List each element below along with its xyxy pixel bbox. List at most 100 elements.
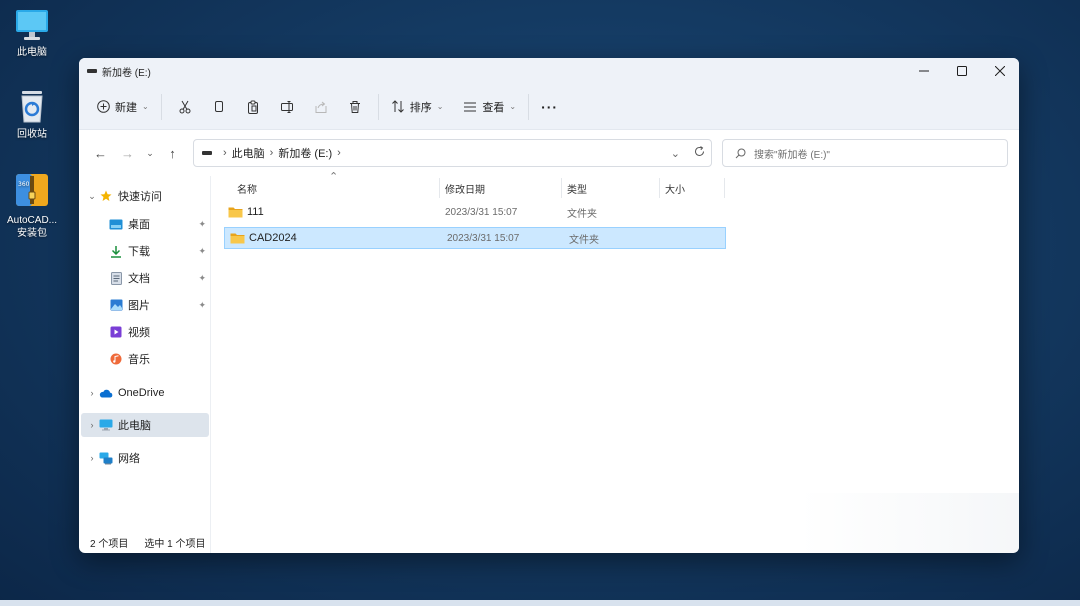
sort-arrows-icon [391, 100, 404, 113]
video-icon [109, 325, 123, 339]
column-type[interactable]: 类型 [562, 178, 660, 198]
chevron-right-icon[interactable]: › [85, 420, 99, 430]
more-options-button[interactable]: ··· [535, 92, 564, 122]
chevron-down-icon[interactable]: ⌄ [85, 191, 99, 202]
share-icon [315, 101, 327, 113]
desktop-icon-recycle-bin[interactable]: 回收站 [0, 88, 64, 141]
plus-circle-icon [97, 100, 110, 113]
chevron-right-icon[interactable]: › [337, 147, 341, 159]
chevron-down-icon: ⌄ [146, 147, 154, 158]
navigation-buttons: ← → ⌄ ↑ [87, 140, 186, 166]
view-button[interactable]: 查看 ⌄ [457, 92, 522, 122]
trash-icon [349, 100, 360, 113]
file-list-pane: ⌃ 名称 修改日期 类型 大小 111 2023/3/31 15:07 文件夹 … [211, 171, 1019, 553]
column-name[interactable]: 名称 [223, 178, 440, 198]
tree-item-label: 文档 [128, 273, 150, 285]
rename-button[interactable] [272, 92, 302, 122]
column-size[interactable]: 大小 [660, 178, 725, 198]
desktop-icon-label: 回收站 [17, 129, 47, 140]
scissors-icon [179, 100, 191, 113]
pin-icon: ✦ [198, 299, 206, 310]
pin-icon: ✦ [198, 245, 206, 256]
file-row-selected[interactable]: CAD2024 2023/3/31 15:07 文件夹 [224, 227, 726, 249]
pin-icon: ✦ [198, 218, 206, 229]
desktop-icon-label-line2: 安装包 [17, 228, 47, 239]
cut-button[interactable] [170, 92, 200, 122]
tree-item-onedrive[interactable]: › OneDrive [79, 381, 210, 405]
navigation-pane: ⌄ 快速访问 桌面 ✦ 下载 ✦ 文档 ✦ 图片 ✦ 视频 音乐 › OneDr… [79, 176, 211, 553]
up-button[interactable]: ↑ [159, 140, 186, 166]
address-bar[interactable]: › 此电脑 › 新加卷 (E:) › ⌄ [193, 139, 712, 167]
view-label: 查看 [482, 101, 505, 114]
tree-item-pictures[interactable]: 图片 ✦ [79, 293, 210, 317]
monitor-icon [99, 418, 113, 432]
minimize-button[interactable] [905, 58, 943, 84]
tree-item-label: 视频 [128, 327, 150, 339]
desktop-icon-this-pc[interactable]: 此电脑 [0, 8, 64, 59]
minimize-icon [919, 70, 929, 72]
drive-icon [202, 151, 212, 155]
music-icon [109, 352, 123, 366]
divider [377, 93, 379, 120]
explorer-body: ⌄ 快速访问 桌面 ✦ 下载 ✦ 文档 ✦ 图片 ✦ 视频 音乐 › OneDr… [79, 171, 1019, 553]
file-date: 2023/3/31 15:07 [447, 232, 520, 244]
sort-label: 排序 [409, 101, 432, 114]
monitor-icon [16, 10, 48, 40]
tree-item-downloads[interactable]: 下载 ✦ [79, 239, 210, 263]
tree-item-label: 图片 [128, 300, 150, 312]
address-history-button[interactable]: ⌄ [671, 147, 680, 160]
delete-button[interactable] [340, 92, 370, 122]
column-label: 名称 [237, 184, 257, 196]
file-name-cell: 111 [223, 206, 440, 218]
tree-item-label: 网络 [118, 453, 140, 465]
tree-item-label: 快速访问 [118, 191, 162, 203]
new-button[interactable]: 新建 ⌄ [91, 92, 155, 122]
tree-item-network[interactable]: › 网络 [79, 446, 210, 470]
refresh-icon [695, 146, 704, 156]
cloud-icon [99, 386, 113, 400]
tree-item-documents[interactable]: 文档 ✦ [79, 266, 210, 290]
search-box[interactable]: 搜索"新加卷 (E:)" [722, 139, 1008, 167]
maximize-button[interactable] [943, 58, 981, 84]
folder-icon [228, 207, 243, 218]
desktop-icon-autocad-package[interactable]: 360 AutoCAD... 安装包 [0, 170, 64, 240]
copy-button[interactable] [204, 92, 234, 122]
command-bar: 新建 ⌄ 排序 ⌄ 查看 ⌄ ··· [79, 84, 1019, 130]
tree-item-label: 此电脑 [118, 420, 151, 432]
download-icon [109, 244, 123, 258]
title-bar[interactable]: 新加卷 (E:) [79, 58, 1019, 84]
clipboard-icon [247, 100, 258, 114]
arrow-up-icon: ↑ [169, 145, 176, 161]
divider [528, 93, 530, 120]
file-row[interactable]: 111 2023/3/31 15:07 文件夹 [223, 201, 725, 223]
breadcrumb-drive[interactable]: 新加卷 (E:) [278, 145, 332, 161]
close-button[interactable] [981, 58, 1019, 84]
chevron-right-icon[interactable]: › [85, 453, 99, 463]
divider [160, 93, 162, 120]
file-date: 2023/3/31 15:07 [445, 206, 518, 218]
share-button[interactable] [306, 92, 336, 122]
tree-item-videos[interactable]: 视频 [79, 320, 210, 344]
tree-item-this-pc[interactable]: › 此电脑 [81, 413, 209, 437]
chevron-down-icon: ⌄ [142, 102, 149, 111]
list-view-icon [464, 102, 477, 111]
desktop-icon-label-line1: AutoCAD... [6, 215, 58, 226]
paste-button[interactable] [238, 92, 268, 122]
forward-button[interactable]: → [114, 140, 141, 166]
refresh-button[interactable] [694, 146, 705, 160]
sort-button[interactable]: 排序 ⌄ [385, 92, 450, 122]
tree-item-label: 桌面 [128, 219, 150, 231]
chevron-right-icon[interactable]: › [85, 388, 99, 398]
drive-icon [87, 69, 97, 73]
file-name: CAD2024 [249, 232, 297, 244]
tree-item-desktop[interactable]: 桌面 ✦ [79, 212, 210, 236]
column-date-modified[interactable]: 修改日期 [440, 178, 562, 198]
recent-locations-button[interactable]: ⌄ [141, 140, 159, 166]
address-bar-row: ← → ⌄ ↑ › 此电脑 › 新加卷 (E:) › ⌄ 搜索"新加卷 (E:)… [79, 130, 1019, 176]
tree-item-music[interactable]: 音乐 [79, 347, 210, 371]
item-count: 2 个项目 [90, 539, 129, 550]
back-button[interactable]: ← [87, 140, 114, 166]
tree-item-quick-access[interactable]: ⌄ 快速访问 [79, 184, 210, 208]
breadcrumb-this-pc[interactable]: 此电脑 [232, 145, 265, 161]
document-icon [109, 271, 123, 285]
